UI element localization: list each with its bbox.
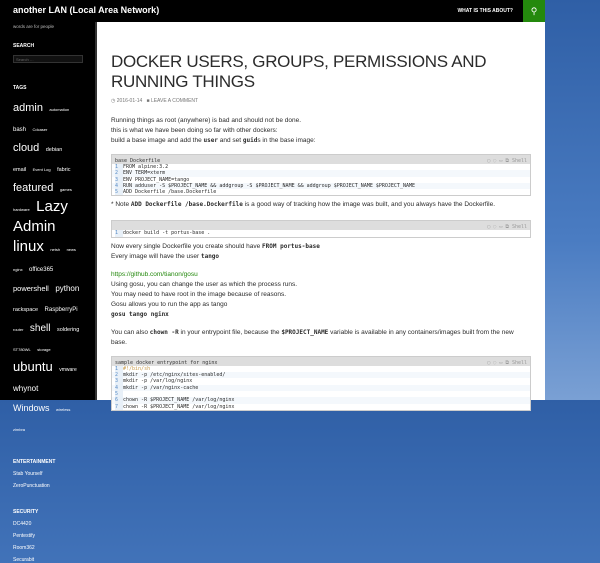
paragraph: Running things as root (anywhere) is bad… [111,117,316,144]
code-title: base Dockerfile [115,158,161,164]
site-header: another LAN (Local Area Network) WHAT IS… [0,0,545,22]
tag-link[interactable]: netsh [50,247,60,252]
tag-link[interactable]: python [55,284,79,293]
tag-link[interactable]: router [13,327,23,332]
search-widget-title: SEARCH [13,43,35,49]
tag-link[interactable]: cloud [13,142,39,154]
paragraph: * Note ADD Dockerfile /base.Dockerfile i… [111,201,496,209]
paragraph: https://github.com/tianon/gosu Using gosu… [111,270,298,318]
tag-link[interactable]: ubuntu [13,359,53,374]
tag-link[interactable]: hardware [13,207,30,212]
tag-cloud: admin automation bash Cdcaser cloud debi… [13,97,82,437]
tag-link[interactable]: admin [13,102,43,114]
tag-link[interactable]: rackspace [13,307,38,313]
code-line: 5 ADD Dockerfile /base.Dockerfile [115,189,217,196]
code-line: 1 docker build -t portus-base . [115,230,211,237]
clock-icon: ◷ [111,98,116,104]
tag-link[interactable]: RaspberryPi [45,307,78,313]
tag-link[interactable]: debian [46,147,63,153]
tag-link[interactable]: shell [30,323,51,334]
post-meta: ◷ 2016-01-14 ■ LEAVE A COMMENT [111,98,531,104]
tag-link[interactable]: linux [13,238,44,255]
post-title[interactable]: DOCKER USERS, GROUPS, PERMISSIONS AND RU… [111,52,531,92]
site-title[interactable]: another LAN (Local Area Network) [13,5,159,15]
tag-link[interactable]: vmware [59,367,77,373]
tag-link[interactable]: Windows [13,403,50,413]
tag-link[interactable]: storage [37,347,50,352]
nav-what-is-this-about[interactable]: WHAT IS THIS ABOUT? [457,8,513,14]
paragraph: Now every single Dockerfile you create s… [111,242,320,260]
code-block: sample docker entrypoint for nginx ▢ ◌ ▭ … [111,355,531,411]
tag-link[interactable]: games [60,187,72,192]
leave-comment-link[interactable]: LEAVE A COMMENT [151,98,198,104]
code-block: ▢ ◌ ▭ ⧉ Shell 1 docker build -t portus-ba… [111,220,531,238]
security-link[interactable]: DC4420 [13,521,82,527]
tag-link[interactable]: email [13,167,26,173]
security-link[interactable]: Pentestify [13,533,82,539]
tag-link[interactable]: whynot [13,384,38,393]
tag-link[interactable]: bash [13,127,26,133]
tag-link[interactable]: Event Log [33,167,51,172]
tag-link[interactable]: fabric [57,167,70,173]
gosu-link[interactable]: https://github.com/tianon/gosu [111,271,198,278]
entertainment-widget-title: ENTERTAINMENT [13,459,56,465]
comment-icon: ■ [146,98,150,104]
tag-link[interactable]: zimbra [13,427,25,432]
code-block: base Dockerfile ▢ ◌ ▭ ⧉ Shell 1 FROM alpin… [111,154,531,197]
security-widget-title: SECURITY [13,509,39,515]
entertainment-link[interactable]: ZeroPunctuation [13,483,82,489]
tag-link[interactable]: news [67,247,76,252]
entertainment-link[interactable]: Stab Yourself [13,471,82,477]
tag-link[interactable]: ST780WL [13,347,31,352]
tag-link[interactable]: nginx [13,267,23,272]
tag-link[interactable]: office365 [29,267,53,273]
security-link[interactable]: Securabit [13,557,82,563]
security-link[interactable]: Room362 [13,545,82,551]
site-tagline: words are for people [13,24,55,29]
search-icon: ⚲ [530,6,538,16]
paragraph: You can also chown -R in your entrypoint… [111,328,514,346]
tags-widget-title: TAGS [13,85,27,91]
code-toolbar[interactable]: ▢ ◌ ▭ ⧉ Shell [487,156,527,166]
tag-link[interactable]: Admin [13,218,56,235]
post-date[interactable]: 2016-01-14 [117,98,143,104]
tag-link[interactable]: Lazy [36,198,68,215]
tag-link[interactable]: wireless [56,407,70,412]
tag-link[interactable]: soldering [57,327,79,333]
tag-link[interactable]: featured [13,182,53,194]
code-line: 7 chown -R $PROJECT_NAME /var/log/nginx [115,403,235,410]
tag-link[interactable]: powershell [13,284,49,293]
code-toolbar[interactable]: ▢ ◌ ▭ ⧉ Shell [487,358,527,368]
tag-link[interactable]: Cdcaser [32,127,47,132]
sidebar: words are for people SEARCH Search … TAG… [0,22,95,563]
code-title: sample docker entrypoint for nginx [115,359,218,366]
code-toolbar[interactable]: ▢ ◌ ▭ ⧉ Shell [487,222,527,232]
search-toggle-button[interactable]: ⚲ [523,0,545,22]
tag-link[interactable]: automation [49,107,69,112]
post-content: DOCKER USERS, GROUPS, PERMISSIONS AND RU… [95,22,545,411]
search-input[interactable]: Search … [13,55,83,63]
